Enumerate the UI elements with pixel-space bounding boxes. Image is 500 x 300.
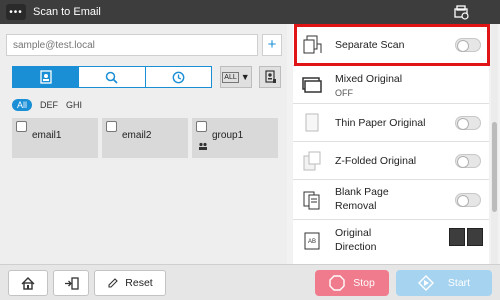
destination-item-email1[interactable]: email1 — [12, 118, 98, 158]
option-label: Separate Scan — [335, 39, 405, 51]
option-label-line2: Direction — [335, 241, 377, 253]
title-bar: ••• Scan to Email — [0, 0, 500, 24]
email-address-input[interactable] — [6, 34, 258, 56]
blank-page-removal-toggle[interactable] — [455, 193, 481, 207]
scan-options-panel: Separate Scan Mixed Original OFF Thin Pa… — [293, 24, 489, 264]
direction-portrait-icon — [449, 228, 465, 246]
direction-landscape-icon — [467, 228, 483, 246]
destination-panel: + ALL ▼ — [0, 24, 287, 264]
group-icon — [199, 142, 207, 150]
filter-def[interactable]: DEF — [40, 100, 58, 110]
scrollbar-thumb[interactable] — [492, 122, 497, 212]
blank-page-removal-icon — [303, 191, 320, 210]
page-title: Scan to Email — [33, 6, 101, 18]
search-tabs — [12, 66, 212, 88]
address-book-detail-button[interactable] — [259, 66, 281, 88]
option-separate-scan[interactable]: Separate Scan — [293, 24, 489, 66]
filter-dropdown-value: ALL — [222, 71, 239, 83]
option-original-direction[interactable]: AB Original Direction — [293, 220, 489, 264]
destination-item-group1[interactable]: group1 — [192, 118, 278, 158]
filter-ghi[interactable]: GHI — [66, 100, 82, 110]
tab-history[interactable] — [146, 67, 211, 87]
original-direction-icon: AB — [304, 232, 320, 250]
access-button[interactable] — [53, 270, 89, 296]
destination-name: email1 — [32, 130, 62, 141]
address-book-detail-icon — [264, 70, 276, 83]
option-label-line1: Original — [335, 227, 372, 239]
destination-checkbox[interactable] — [16, 121, 27, 132]
svg-text:AB: AB — [308, 239, 316, 245]
destination-name: group1 — [212, 130, 244, 141]
add-destination-button[interactable]: + — [262, 34, 282, 56]
reset-button[interactable]: Reset — [94, 270, 166, 296]
index-filter-row: All DEF GHI — [12, 98, 82, 112]
bottom-bar: Reset Stop Start — [0, 264, 500, 300]
address-book-icon — [40, 70, 52, 84]
option-thin-paper-original[interactable]: Thin Paper Original — [293, 104, 489, 142]
option-z-folded-original[interactable]: Z-Folded Original — [293, 142, 489, 180]
mixed-original-icon — [302, 77, 322, 93]
ellipsis-icon[interactable]: ••• — [6, 4, 26, 20]
thin-paper-toggle[interactable] — [455, 116, 481, 130]
separate-scan-icon — [303, 35, 322, 54]
access-icon — [64, 276, 79, 290]
home-icon — [21, 276, 35, 290]
option-blank-page-removal[interactable]: Blank Page Removal — [293, 180, 489, 220]
destination-checkbox[interactable] — [106, 121, 117, 132]
start-button[interactable]: Start — [396, 270, 492, 296]
stop-button[interactable]: Stop — [315, 270, 389, 296]
destination-item-email2[interactable]: email2 — [102, 118, 188, 158]
separate-scan-toggle[interactable] — [455, 38, 481, 52]
destination-name: email2 — [122, 130, 152, 141]
z-folded-toggle[interactable] — [455, 154, 481, 168]
tab-search[interactable] — [79, 67, 146, 87]
reset-pencil-icon — [108, 278, 119, 288]
stop-label: Stop — [353, 277, 375, 289]
start-icon — [417, 275, 434, 291]
stop-icon — [329, 275, 345, 291]
device-status-icon[interactable] — [452, 3, 470, 21]
option-label-line2: Removal — [335, 200, 377, 212]
search-icon — [106, 71, 119, 84]
option-label-line1: Blank Page — [335, 186, 389, 198]
reset-label: Reset — [125, 277, 153, 289]
destination-checkbox[interactable] — [196, 121, 207, 132]
option-label: Mixed Original — [335, 73, 403, 85]
filter-dropdown[interactable]: ALL ▼ — [220, 66, 252, 88]
option-mixed-original[interactable]: Mixed Original OFF — [293, 66, 489, 104]
tab-address-book[interactable] — [13, 67, 80, 87]
chevron-down-icon: ▼ — [240, 72, 250, 82]
option-value: OFF — [335, 88, 353, 98]
filter-all[interactable]: All — [12, 99, 33, 111]
thin-paper-icon — [305, 113, 319, 132]
option-label: Thin Paper Original — [335, 117, 426, 129]
start-label: Start — [447, 277, 471, 289]
home-button[interactable] — [8, 270, 48, 296]
history-clock-icon — [172, 71, 185, 83]
options-scrollbar[interactable] — [491, 24, 498, 264]
option-label: Z-Folded Original — [335, 155, 417, 167]
z-folded-icon — [303, 151, 321, 171]
direction-indicators — [449, 228, 483, 246]
destination-list: email1 email2 group1 — [12, 118, 278, 158]
